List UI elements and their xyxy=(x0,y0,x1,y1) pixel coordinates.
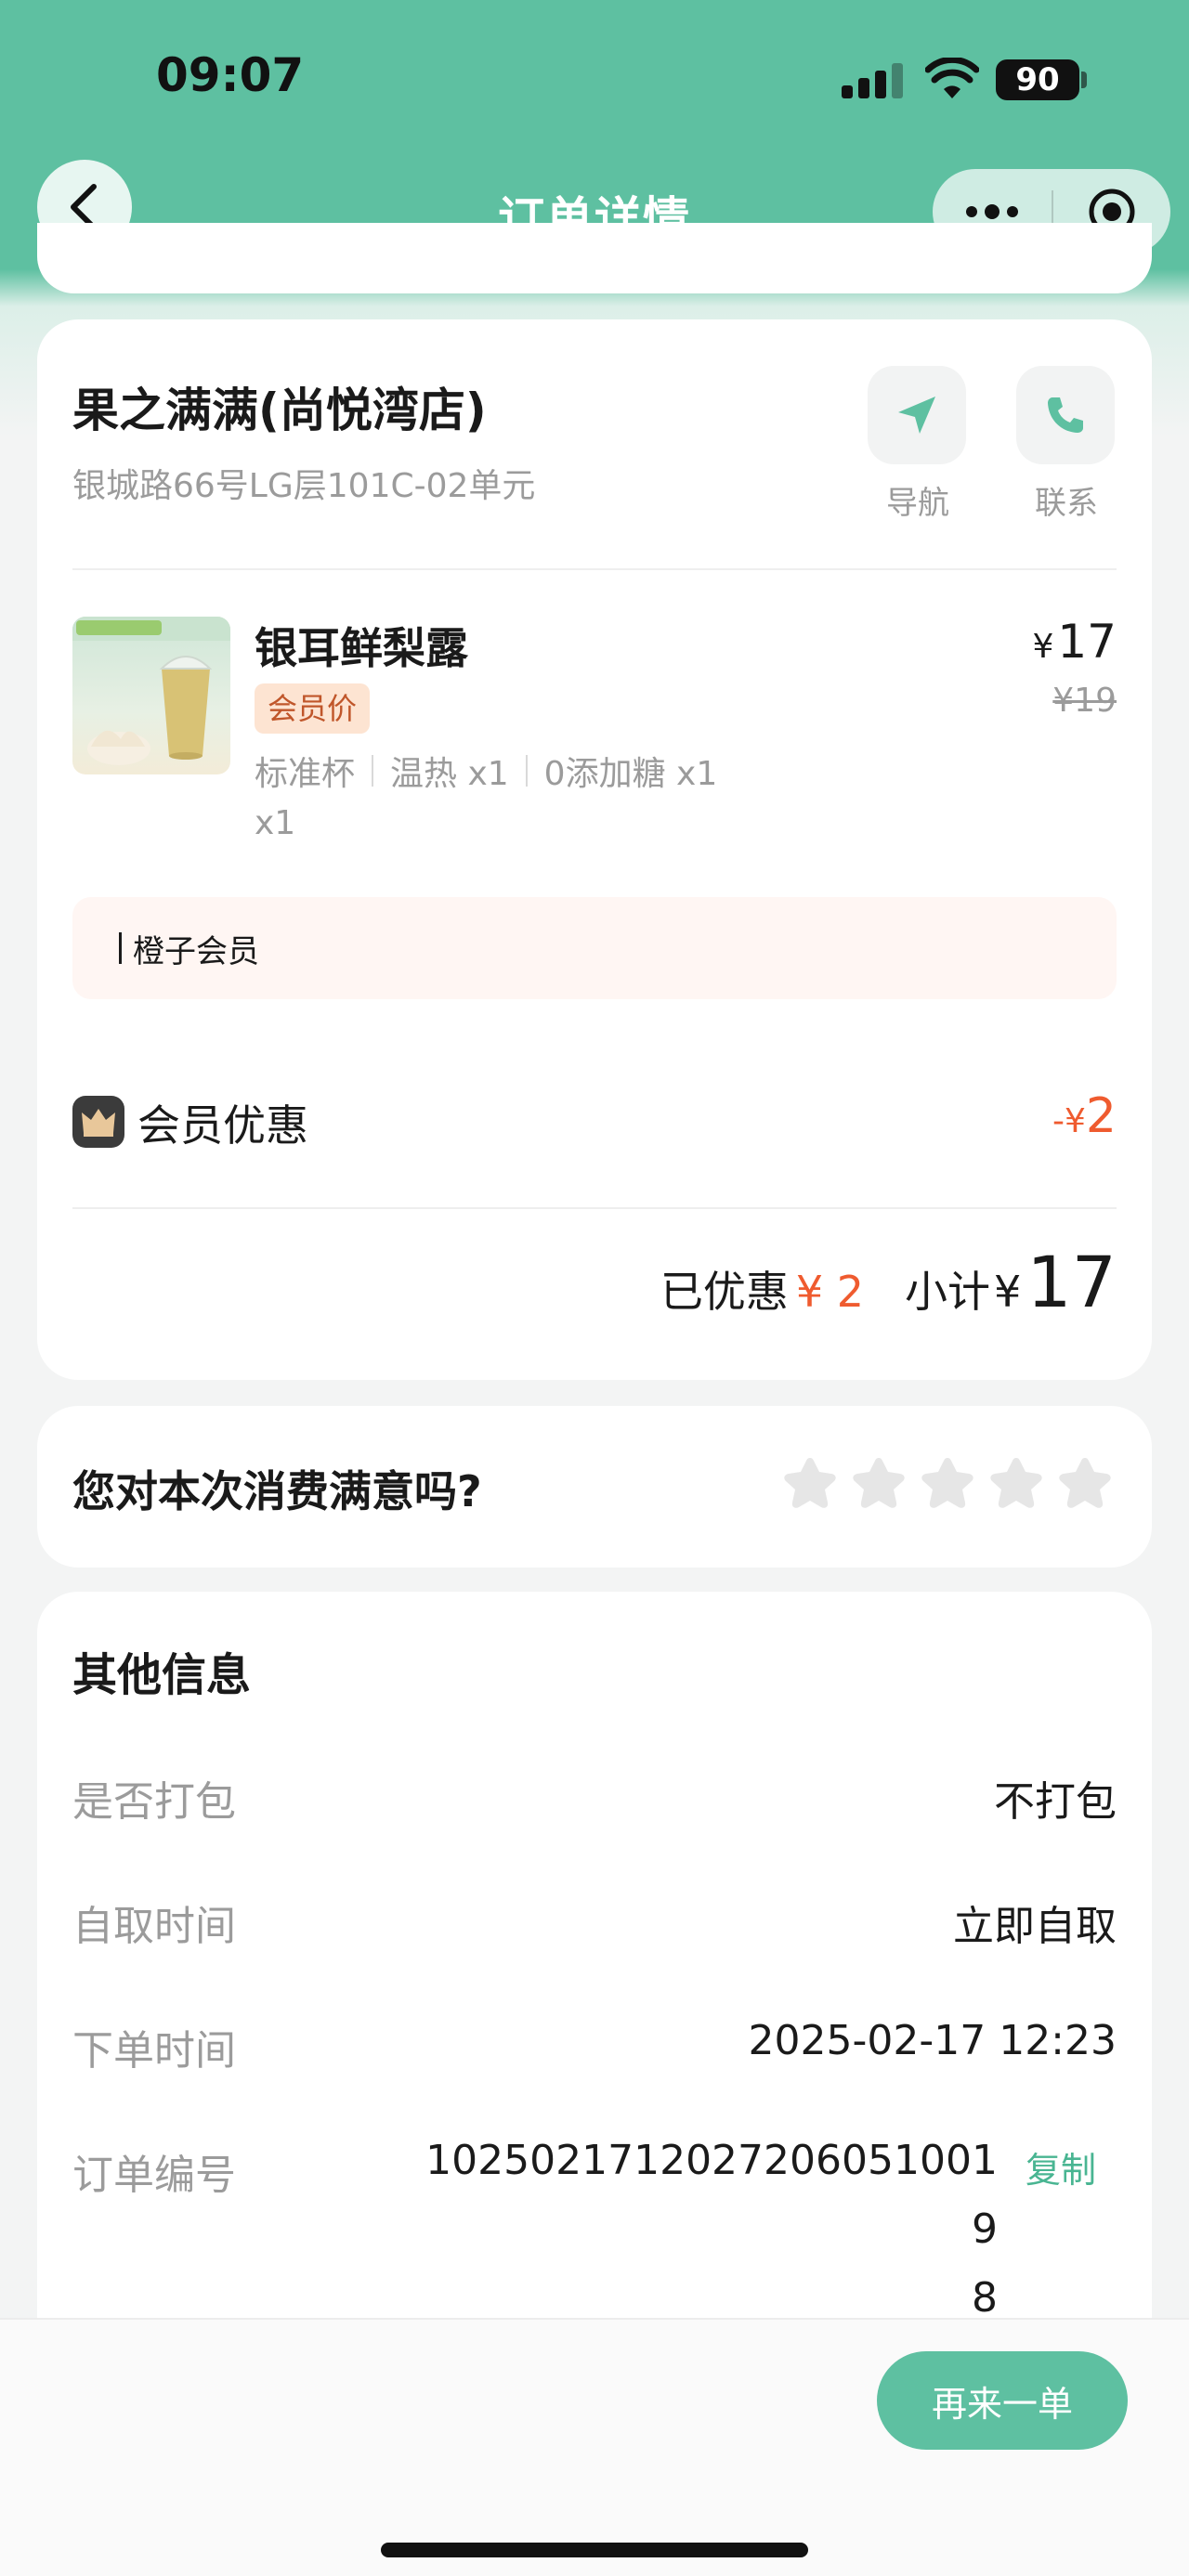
star-icon[interactable] xyxy=(986,1454,1046,1514)
order-detail-page: 09:07 90 订单详情 果之满满(尚悦湾店) 银城路66号LG层101C-0… xyxy=(0,0,1189,2576)
discount-currency: ¥ xyxy=(1065,1102,1086,1140)
info-value: 立即自取 xyxy=(953,1903,1117,1950)
subtotal-amount: 17 xyxy=(1026,1241,1117,1323)
status-bar: 09:07 90 xyxy=(0,0,1189,158)
navigation-arrow-icon xyxy=(898,397,935,434)
spec-divider xyxy=(372,755,374,787)
rating-card: 您对本次消费满意吗? xyxy=(37,1406,1152,1568)
more-dot-icon xyxy=(966,206,977,217)
discount-value: 2 xyxy=(1085,1088,1117,1144)
subtotal-currency: ¥ xyxy=(994,1267,1022,1317)
product-image[interactable] xyxy=(72,617,230,774)
star-icon[interactable] xyxy=(780,1454,840,1514)
rating-question: 您对本次消费满意吗? xyxy=(72,1466,482,1516)
bottom-action-bar: 再来一单 xyxy=(0,2318,1189,2576)
info-label: 下单时间 xyxy=(72,2027,236,2075)
copy-order-number-button[interactable]: 复制 xyxy=(1026,2141,1096,2192)
note-bar xyxy=(119,932,122,964)
phone-icon xyxy=(1048,397,1083,433)
product-specs: 标准杯 温热 x1 0添加糖 x1 xyxy=(255,747,717,795)
battery-tip xyxy=(1081,72,1087,88)
spec-divider xyxy=(525,755,528,787)
drink-cup-illustration xyxy=(72,617,230,765)
info-label: 订单编号 xyxy=(72,2152,236,2199)
status-time: 09:07 xyxy=(156,48,305,102)
battery-level: 90 xyxy=(1015,61,1060,98)
totals-divider xyxy=(72,1207,1117,1209)
crown-icon xyxy=(72,1096,124,1148)
product-quantity: x1 xyxy=(255,804,296,842)
reorder-button[interactable]: 再来一单 xyxy=(877,2351,1128,2450)
member-discount-amount: -¥2 xyxy=(1052,1088,1117,1144)
previous-card-edge xyxy=(37,223,1152,293)
star-rating[interactable] xyxy=(780,1454,1115,1514)
navigate-button[interactable]: 导航 xyxy=(868,366,968,523)
discount-sign: - xyxy=(1052,1102,1065,1140)
other-info-title: 其他信息 xyxy=(72,1649,252,1701)
contact-label: 联系 xyxy=(1035,485,1098,522)
order-number-line: 10250217120272060510019 xyxy=(425,2137,998,2253)
battery-icon: 90 xyxy=(996,59,1079,100)
product-price: ¥17 xyxy=(1032,615,1117,669)
order-number-value: 10250217120272060510019 8 xyxy=(403,2127,998,2333)
info-row-order-number: 订单编号 10250217120272060510019 8 复制 xyxy=(72,2137,1117,2322)
product-price-value: 17 xyxy=(1057,615,1117,669)
star-icon[interactable] xyxy=(1055,1454,1115,1514)
more-menu-button[interactable] xyxy=(933,204,1052,219)
spec-temperature: 温热 x1 xyxy=(390,755,509,793)
star-icon[interactable] xyxy=(849,1454,908,1514)
wifi-icon xyxy=(925,58,979,98)
member-note-text: 橙子会员 xyxy=(133,932,259,970)
product-original-price: ¥19 xyxy=(1052,682,1117,720)
more-dot-icon xyxy=(985,204,1000,219)
star-icon[interactable] xyxy=(918,1454,977,1514)
home-indicator xyxy=(381,2543,808,2557)
info-value: 2025-02-17 12:23 xyxy=(748,2017,1117,2064)
info-value: 不打包 xyxy=(994,1778,1117,1826)
store-name: 果之满满(尚悦湾店) xyxy=(72,384,487,437)
saved-amount: ¥ 2 xyxy=(795,1267,864,1317)
navigate-label: 导航 xyxy=(886,485,949,522)
member-note: 橙子会员 xyxy=(72,897,1117,999)
info-label: 是否打包 xyxy=(72,1778,236,1826)
spec-sugar: 0添加糖 x1 xyxy=(543,755,718,793)
cellular-signal-icon xyxy=(842,63,903,98)
member-discount-label: 会员优惠 xyxy=(137,1100,308,1151)
store-address: 银城路66号LG层101C-02单元 xyxy=(72,467,536,505)
order-totals: 已优惠 ¥ 2 小计 ¥ 17 xyxy=(660,1241,1117,1323)
subtotal-label: 小计 xyxy=(905,1267,990,1317)
store-divider xyxy=(72,568,1117,570)
info-label: 自取时间 xyxy=(72,1903,236,1950)
contact-button[interactable]: 联系 xyxy=(1016,366,1117,523)
spec-size: 标准杯 xyxy=(255,755,356,793)
currency-symbol: ¥ xyxy=(1032,628,1054,666)
saved-label: 已优惠 xyxy=(660,1267,789,1317)
order-card: 果之满满(尚悦湾店) 银城路66号LG层101C-02单元 导航 联系 银耳鲜梨… xyxy=(37,319,1152,1380)
product-name: 银耳鲜梨露 xyxy=(255,623,468,673)
member-price-badge: 会员价 xyxy=(255,683,371,734)
more-dot-icon xyxy=(1007,206,1018,217)
